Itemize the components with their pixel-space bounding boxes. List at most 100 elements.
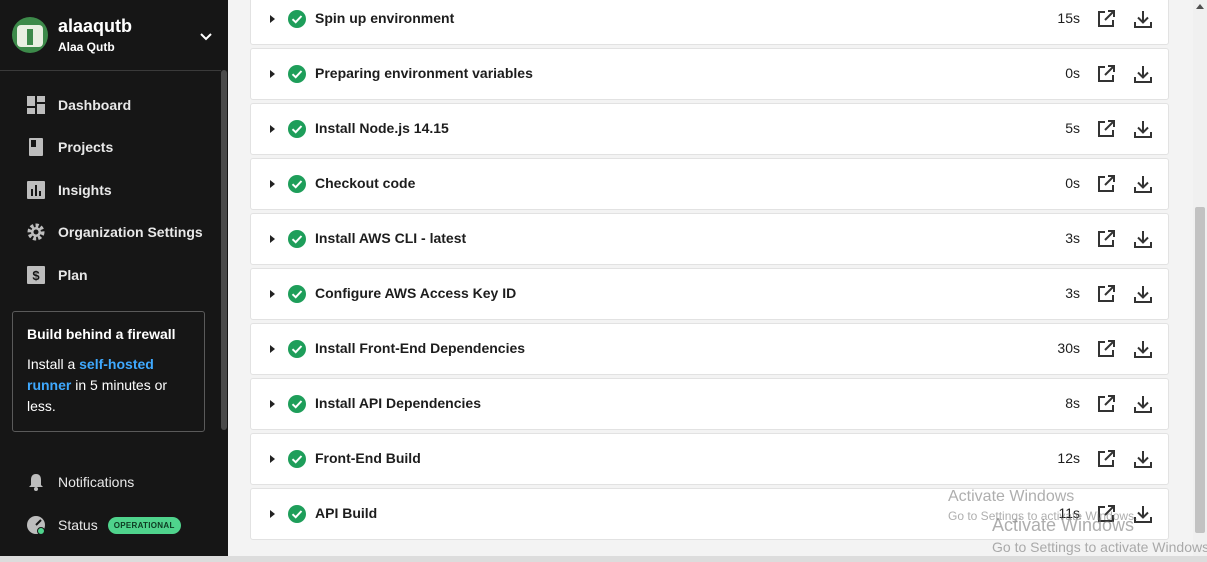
open-external-icon[interactable] [1096, 229, 1116, 249]
watermark-subtitle: Go to Settings to activate Windows. [992, 539, 1207, 555]
status-badge: OPERATIONAL [107, 516, 181, 534]
step-row[interactable]: Install Front-End Dependencies 30s [250, 323, 1169, 375]
nav-item-label: Organization Settings [58, 224, 203, 240]
promo-text: Install a self-hosted runner in 5 minute… [27, 354, 190, 417]
step-duration: 0s [1065, 175, 1080, 191]
nav-item-plan[interactable]: $ Plan [26, 263, 88, 287]
success-check-icon [288, 65, 306, 83]
nav-item-projects[interactable]: Projects [26, 135, 113, 159]
download-icon[interactable] [1133, 339, 1153, 359]
step-row[interactable]: Install API Dependencies 8s [250, 378, 1169, 430]
nav-item-organization-settings[interactable]: Organization Settings [26, 220, 203, 244]
open-external-icon[interactable] [1096, 119, 1116, 139]
download-icon[interactable] [1133, 394, 1153, 414]
step-row[interactable]: Install AWS CLI - latest 3s [250, 213, 1169, 265]
step-row[interactable]: Configure AWS Access Key ID 3s [250, 268, 1169, 320]
step-row[interactable]: Preparing environment variables 0s [250, 48, 1169, 100]
insights-icon [27, 181, 45, 199]
nav-item-label: Notifications [58, 474, 135, 490]
step-duration: 0s [1065, 65, 1080, 81]
dollar-icon: $ [27, 266, 45, 284]
open-external-icon[interactable] [1096, 9, 1116, 29]
success-check-icon [288, 10, 306, 28]
taskbar-edge [0, 556, 1207, 562]
promo-text-before: Install a [27, 356, 80, 372]
step-duration: 30s [1057, 340, 1080, 356]
step-row[interactable]: Front-End Build 12s [250, 433, 1169, 485]
download-icon[interactable] [1133, 229, 1153, 249]
expand-caret-icon[interactable] [270, 70, 275, 78]
org-user-name: Alaa Qutb [58, 40, 115, 54]
success-check-icon [288, 505, 306, 523]
scrollbar-thumb[interactable] [1195, 207, 1205, 533]
job-steps-panel: Spin up environment 15s Preparing environm… [228, 0, 1193, 556]
download-icon[interactable] [1133, 9, 1153, 29]
sidebar: alaaqutb Alaa Qutb Dashboard Projects In… [0, 0, 228, 556]
step-name: Checkout code [315, 175, 416, 191]
expand-caret-icon[interactable] [270, 400, 275, 408]
open-external-icon[interactable] [1096, 64, 1116, 84]
nav-item-label: Plan [58, 267, 88, 283]
success-check-icon [288, 450, 306, 468]
nav-item-notifications[interactable]: Notifications [26, 470, 134, 494]
step-name: Front-End Build [315, 450, 421, 466]
step-name: Spin up environment [315, 10, 455, 26]
step-duration: 15s [1057, 10, 1080, 26]
promo-title: Build behind a firewall [27, 326, 176, 342]
watermark-title: Activate Windows [992, 515, 1135, 535]
expand-caret-icon[interactable] [270, 290, 275, 298]
expand-caret-icon[interactable] [270, 510, 275, 518]
expand-caret-icon[interactable] [270, 235, 275, 243]
download-icon[interactable] [1133, 449, 1153, 469]
download-icon[interactable] [1133, 174, 1153, 194]
projects-icon [29, 138, 43, 156]
open-external-icon[interactable] [1096, 284, 1116, 304]
nav-item-label: Projects [58, 139, 114, 155]
expand-caret-icon[interactable] [270, 15, 275, 23]
open-external-icon[interactable] [1096, 339, 1116, 359]
open-external-icon[interactable] [1096, 174, 1116, 194]
expand-caret-icon[interactable] [270, 125, 275, 133]
success-check-icon [288, 395, 306, 413]
org-name: alaaqutb [58, 16, 133, 36]
expand-caret-icon[interactable] [270, 345, 275, 353]
step-name: API Build [315, 505, 378, 521]
step-name: Install Front-End Dependencies [315, 340, 526, 356]
step-row[interactable]: Spin up environment 15s [250, 0, 1169, 45]
step-duration: 12s [1057, 450, 1080, 466]
download-icon[interactable] [1133, 119, 1153, 139]
step-duration: 5s [1065, 120, 1080, 136]
activate-windows-watermark: Activate Windows Go to Settings to activ… [992, 515, 1207, 555]
step-duration: 3s [1065, 285, 1080, 301]
step-name: Configure AWS Access Key ID [315, 285, 517, 301]
sidebar-scrollbar[interactable] [221, 70, 227, 430]
expand-caret-icon[interactable] [270, 180, 275, 188]
org-switcher[interactable]: alaaqutb Alaa Qutb [0, 0, 221, 71]
nav-item-label: Dashboard [58, 97, 132, 113]
nav-item-status[interactable]: Status OPERATIONAL [26, 513, 181, 537]
firewall-promo-card: Build behind a firewall Install a self-h… [12, 311, 205, 432]
watermark-title: Activate Windows [948, 488, 1075, 505]
chevron-down-icon[interactable] [198, 28, 214, 44]
download-icon[interactable] [1133, 64, 1153, 84]
open-external-icon[interactable] [1096, 394, 1116, 414]
success-check-icon [288, 120, 306, 138]
nav-item-dashboard[interactable]: Dashboard [26, 93, 131, 117]
download-icon[interactable] [1133, 284, 1153, 304]
nav-item-label: Status [58, 517, 98, 533]
nav-item-insights[interactable]: Insights [26, 178, 112, 202]
dashboard-icon [27, 96, 45, 114]
nav-item-label: Insights [58, 182, 112, 198]
scroll-up-arrow[interactable] [1196, 4, 1204, 9]
step-row[interactable]: Checkout code 0s [250, 158, 1169, 210]
success-check-icon [288, 175, 306, 193]
gear-icon [27, 223, 45, 241]
step-row[interactable]: Install Node.js 14.15 5s [250, 103, 1169, 155]
svg-text:$: $ [32, 268, 40, 283]
step-name: Install API Dependencies [315, 395, 481, 411]
page-scrollbar[interactable] [1193, 0, 1207, 556]
expand-caret-icon[interactable] [270, 455, 275, 463]
step-name: Install Node.js 14.15 [315, 120, 449, 136]
open-external-icon[interactable] [1096, 449, 1116, 469]
success-check-icon [288, 285, 306, 303]
